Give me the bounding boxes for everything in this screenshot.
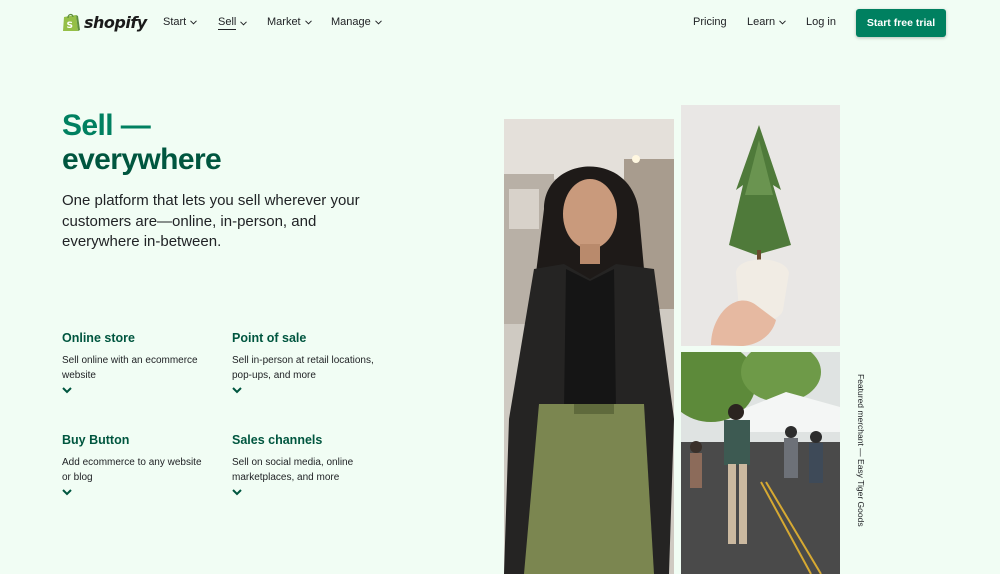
merchant-portrait-photo: [504, 119, 674, 574]
featured-merchant-caption: Featured merchant — Easy Tiger Goods: [856, 374, 866, 527]
chevron-down-icon[interactable]: [62, 387, 72, 394]
chevron-down-icon[interactable]: [232, 489, 242, 496]
nav-manage[interactable]: Manage: [331, 16, 382, 28]
shopify-logo[interactable]: S shopify: [62, 11, 147, 33]
feature-online-store[interactable]: Online store Sell online with an ecommer…: [62, 331, 212, 394]
feature-title: Buy Button: [62, 433, 130, 447]
nav-manage-label: Manage: [331, 16, 371, 28]
chevron-down-icon: [304, 19, 312, 25]
nav-pricing-label: Pricing: [693, 16, 727, 28]
section-divider: [0, 574, 1000, 578]
nav-sell-label: Sell: [218, 16, 237, 30]
nav-learn[interactable]: Learn: [747, 16, 786, 28]
street-market-photo: [681, 352, 840, 574]
chevron-down-icon: [374, 19, 382, 25]
nav-start[interactable]: Start: [163, 16, 198, 28]
feature-description: Add ecommerce to any website or blog: [62, 457, 202, 483]
nav-learn-label: Learn: [747, 16, 776, 28]
site-header: S shopify Start Sell Market Manage Prici…: [0, 0, 1000, 46]
feature-title: Online store: [62, 331, 135, 345]
nav-pricing[interactable]: Pricing: [693, 16, 727, 28]
feature-title: Sales channels: [232, 433, 323, 447]
nav-login[interactable]: Log in: [806, 16, 836, 28]
logo-wordmark: shopify: [84, 12, 147, 32]
page-title-line1: Sell —: [62, 109, 151, 142]
nav-market-label: Market: [267, 16, 301, 28]
feature-description: Sell on social media, online marketplace…: [232, 457, 354, 483]
page-title-line2: everywhere: [62, 143, 222, 176]
feature-buy-button[interactable]: Buy Button Add ecommerce to any website …: [62, 433, 212, 496]
feature-point-of-sale[interactable]: Point of sale Sell in-person at retail l…: [232, 331, 382, 394]
chevron-down-icon[interactable]: [62, 489, 72, 496]
svg-text:S: S: [67, 21, 73, 31]
feature-sales-channels[interactable]: Sales channels Sell on social media, onl…: [232, 433, 382, 496]
nav-login-label: Log in: [806, 16, 836, 28]
plant-product-photo: [681, 105, 840, 346]
nav-start-label: Start: [163, 16, 187, 28]
feature-description: Sell in-person at retail locations, pop-…: [232, 355, 374, 381]
nav-sell[interactable]: Sell: [218, 16, 248, 30]
chevron-down-icon: [779, 19, 786, 25]
chevron-down-icon: [190, 19, 198, 25]
shopping-bag-icon: S: [63, 13, 80, 31]
hero-subtitle: One platform that lets you sell wherever…: [62, 192, 360, 250]
feature-title: Point of sale: [232, 331, 307, 345]
chevron-down-icon: [240, 20, 248, 26]
start-free-trial-button[interactable]: Start free trial: [856, 9, 946, 37]
feature-description: Sell online with an ecommerce website: [62, 355, 198, 381]
page-title: Sell — everywhere: [62, 109, 322, 177]
chevron-down-icon[interactable]: [232, 387, 242, 394]
nav-market[interactable]: Market: [267, 16, 312, 28]
